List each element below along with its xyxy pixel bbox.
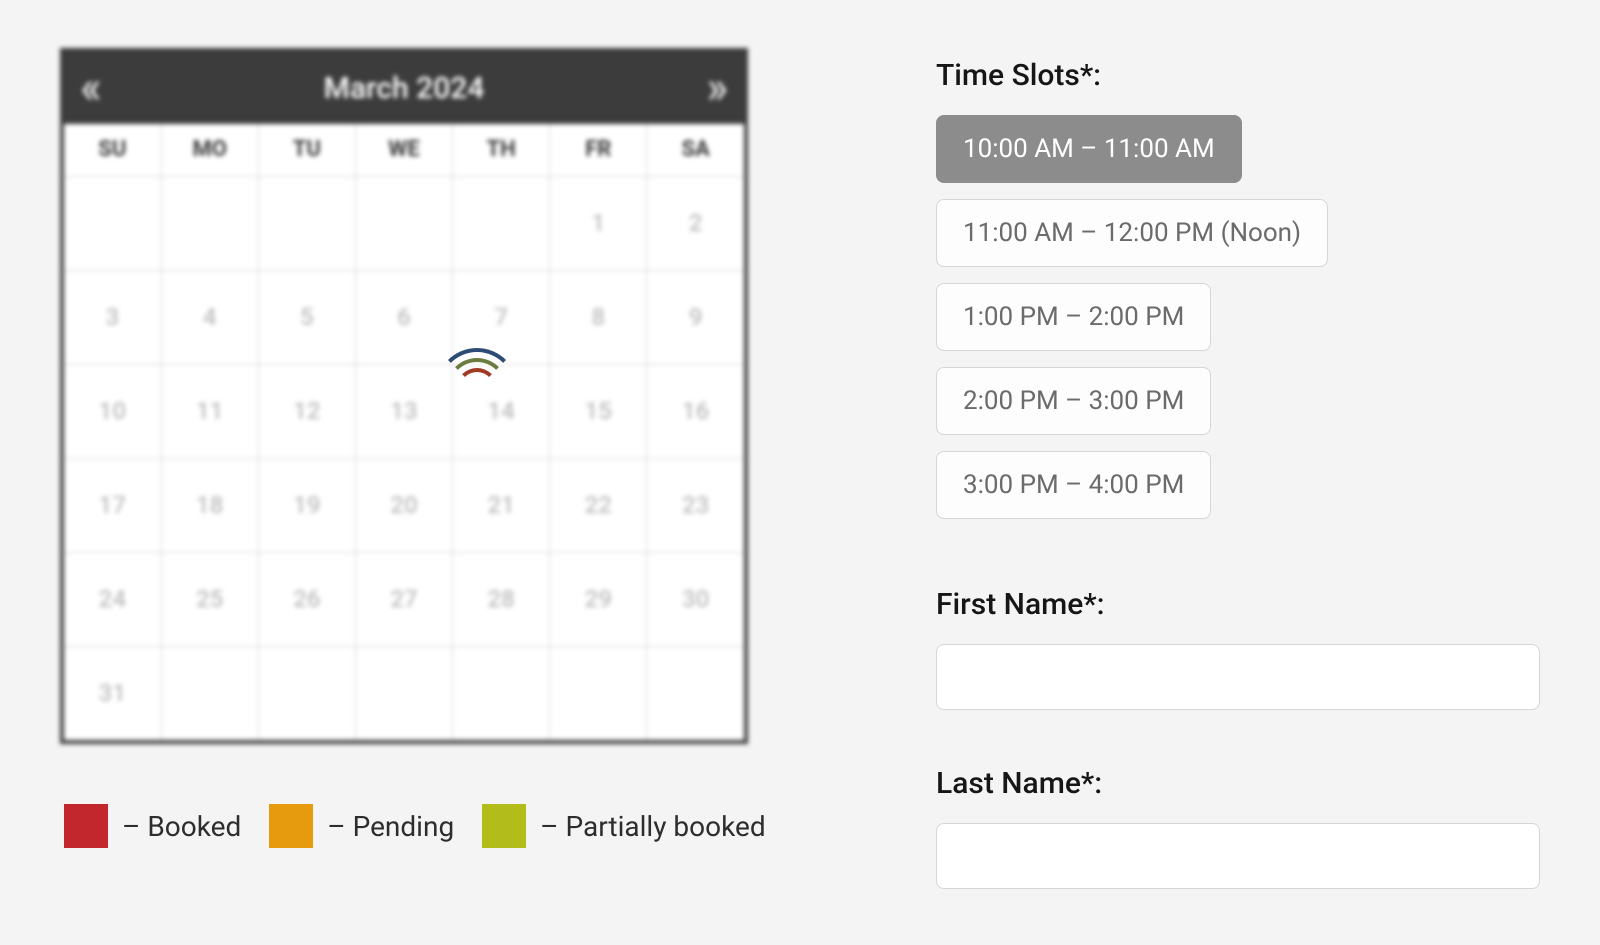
last-name-label: Last Name*: [936,766,1540,801]
weekday-sa: SA [647,124,744,176]
calendar-day[interactable]: 28 [453,552,550,646]
calendar-day[interactable]: 3 [64,270,161,364]
calendar-day[interactable]: 10 [64,364,161,458]
time-slot-option[interactable]: 3:00 PM – 4:00 PM [936,451,1211,519]
calendar-day[interactable]: 16 [647,364,744,458]
calendar-day [647,646,744,740]
weekday-mo: MO [161,124,258,176]
weekday-su: SU [64,124,161,176]
calendar-day [258,176,355,270]
calendar-day [453,176,550,270]
calendar-day[interactable]: 30 [647,552,744,646]
calendar-day[interactable]: 22 [550,458,647,552]
calendar-day[interactable]: 9 [647,270,744,364]
last-name-field[interactable] [936,823,1540,889]
calendar-day[interactable]: 23 [647,458,744,552]
calendar-day [161,646,258,740]
time-slots-label: Time Slots*: [936,58,1540,93]
time-slot-option[interactable]: 11:00 AM – 12:00 PM (Noon) [936,199,1328,267]
calendar-day [550,646,647,740]
calendar-day[interactable]: 1 [550,176,647,270]
calendar-day[interactable]: 8 [550,270,647,364]
calendar-day[interactable]: 13 [355,364,452,458]
calendar-day[interactable]: 12 [258,364,355,458]
calendar-day[interactable]: 14 [453,364,550,458]
weekday-tu: TU [258,124,355,176]
calendar-day[interactable]: 31 [64,646,161,740]
first-name-field[interactable] [936,644,1540,710]
calendar-next-button[interactable]: » [706,65,728,111]
first-name-label: First Name*: [936,587,1540,622]
weekday-we: WE [355,124,452,176]
calendar-day[interactable]: 20 [355,458,452,552]
calendar-day [355,646,452,740]
legend-pending: – Pending [269,804,454,848]
legend-booked-label: – Booked [122,810,241,843]
calendar-day[interactable]: 4 [161,270,258,364]
time-slot-option[interactable]: 2:00 PM – 3:00 PM [936,367,1211,435]
calendar-day[interactable]: 26 [258,552,355,646]
legend-partial-swatch [482,804,526,848]
calendar-day[interactable]: 18 [161,458,258,552]
calendar-day[interactable]: 15 [550,364,647,458]
calendar-day[interactable]: 2 [647,176,744,270]
time-slots-list: 10:00 AM – 11:00 AM 11:00 AM – 12:00 PM (… [936,115,1540,519]
legend-partial-label: – Partially booked [540,810,765,843]
calendar-legend: – Booked – Pending – Partially booked [60,804,806,848]
time-slot-option[interactable]: 1:00 PM – 2:00 PM [936,283,1211,351]
calendar: « March 2024 » SU MO TU WE TH FR SA 12 [60,48,748,744]
calendar-title: March 2024 [324,71,485,106]
calendar-day[interactable]: 24 [64,552,161,646]
calendar-day[interactable]: 6 [355,270,452,364]
calendar-day[interactable]: 11 [161,364,258,458]
weekday-fr: FR [550,124,647,176]
legend-booked: – Booked [64,804,241,848]
calendar-day [161,176,258,270]
calendar-prev-button[interactable]: « [80,65,102,111]
calendar-day[interactable]: 17 [64,458,161,552]
legend-partial: – Partially booked [482,804,765,848]
calendar-day[interactable]: 21 [453,458,550,552]
calendar-day [453,646,550,740]
calendar-day[interactable]: 19 [258,458,355,552]
calendar-grid: SU MO TU WE TH FR SA 1234567891011121314… [64,124,744,740]
legend-pending-swatch [269,804,313,848]
calendar-day[interactable]: 25 [161,552,258,646]
calendar-day[interactable]: 5 [258,270,355,364]
calendar-header: « March 2024 » [64,52,744,124]
calendar-day [355,176,452,270]
legend-pending-label: – Pending [327,810,454,843]
calendar-day[interactable]: 29 [550,552,647,646]
legend-booked-swatch [64,804,108,848]
time-slot-option[interactable]: 10:00 AM – 11:00 AM [936,115,1242,183]
calendar-day[interactable]: 27 [355,552,452,646]
calendar-day [64,176,161,270]
calendar-day[interactable]: 7 [453,270,550,364]
calendar-day [258,646,355,740]
weekday-th: TH [453,124,550,176]
